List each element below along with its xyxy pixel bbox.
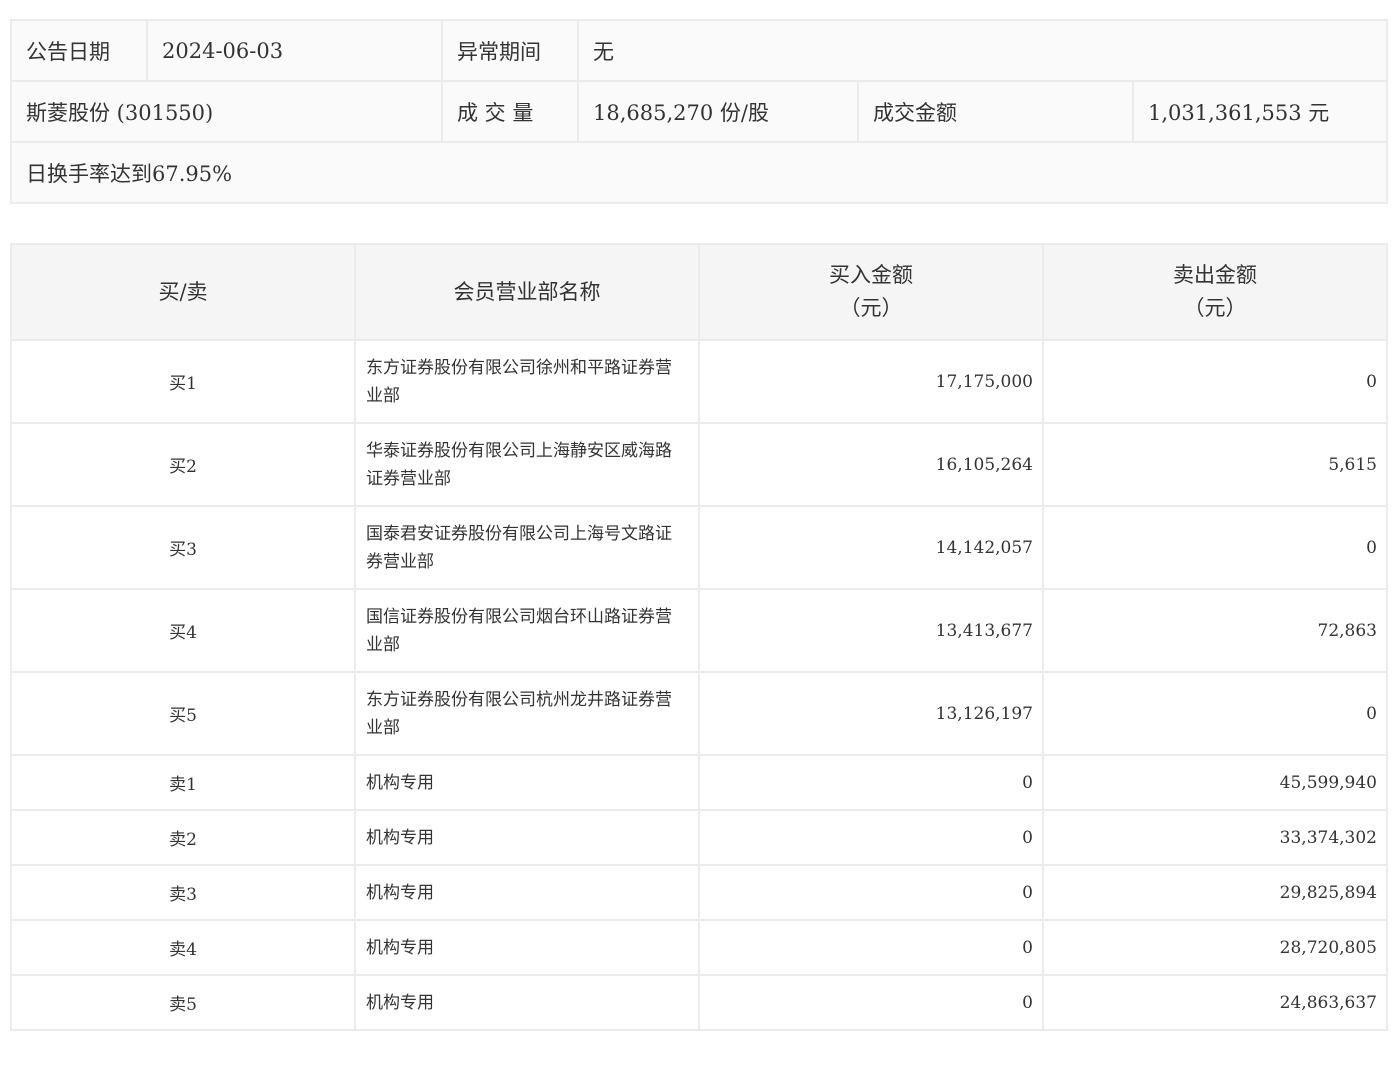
header-sell-amount: 卖出金额 （元） — [1042, 243, 1388, 341]
stock-name: 斯菱股份 (301550) — [10, 80, 443, 143]
cell-branch-name: 东方证券股份有限公司徐州和平路证券营业部 — [354, 339, 700, 424]
table-row: 卖4 机构专用 0 28,720,805 — [10, 919, 1388, 976]
cell-sell-amount: 0 — [1042, 505, 1388, 590]
cell-branch-name: 机构专用 — [354, 974, 700, 1031]
cell-branch-name: 华泰证券股份有限公司上海静安区威海路证券营业部 — [354, 422, 700, 507]
cell-side: 买4 — [10, 588, 356, 673]
header-buy-amount-unit: （元） — [839, 296, 903, 320]
cell-buy-amount: 17,175,000 — [698, 339, 1044, 424]
header-side: 买/卖 — [10, 243, 356, 341]
cell-side: 卖3 — [10, 864, 356, 921]
volume-label: 成 交 量 — [441, 80, 579, 143]
trading-seats-table: 买/卖 会员营业部名称 买入金额 （元） 卖出金额 （元） 买1 东方证券股份有限公司… — [10, 243, 1388, 1031]
info-row-reason: 日换手率达到67.95% — [10, 141, 1388, 204]
table-row: 卖1 机构专用 0 45,599,940 — [10, 754, 1388, 811]
header-branch-name: 会员营业部名称 — [354, 243, 700, 341]
volume-value: 18,685,270 份/股 — [577, 80, 859, 143]
cell-sell-amount: 28,720,805 — [1042, 919, 1388, 976]
cell-buy-amount: 14,142,057 — [698, 505, 1044, 590]
header-buy-amount: 买入金额 （元） — [698, 243, 1044, 341]
cell-branch-name: 机构专用 — [354, 754, 700, 811]
cell-side: 卖4 — [10, 919, 356, 976]
cell-sell-amount: 72,863 — [1042, 588, 1388, 673]
cell-buy-amount: 0 — [698, 809, 1044, 866]
cell-buy-amount: 13,126,197 — [698, 671, 1044, 756]
cell-side: 卖2 — [10, 809, 356, 866]
header-sell-amount-label: 卖出金额 — [1173, 263, 1257, 287]
reason-text: 日换手率达到67.95% — [10, 141, 1388, 204]
cell-branch-name: 机构专用 — [354, 864, 700, 921]
cell-side: 买2 — [10, 422, 356, 507]
cell-branch-name: 机构专用 — [354, 919, 700, 976]
table-row: 卖2 机构专用 0 33,374,302 — [10, 809, 1388, 866]
cell-side: 卖1 — [10, 754, 356, 811]
cell-buy-amount: 16,105,264 — [698, 422, 1044, 507]
cell-buy-amount: 0 — [698, 864, 1044, 921]
cell-buy-amount: 0 — [698, 919, 1044, 976]
cell-buy-amount: 0 — [698, 974, 1044, 1031]
header-sell-amount-unit: （元） — [1183, 296, 1247, 320]
amount-label: 成交金额 — [857, 80, 1134, 143]
table-row: 买1 东方证券股份有限公司徐州和平路证券营业部 17,175,000 0 — [10, 339, 1388, 424]
table-row: 买2 华泰证券股份有限公司上海静安区威海路证券营业部 16,105,264 5,615 — [10, 422, 1388, 507]
info-row-date: 公告日期 2024-06-03 异常期间 无 — [10, 19, 1388, 82]
cell-branch-name: 机构专用 — [354, 809, 700, 866]
cell-sell-amount: 29,825,894 — [1042, 864, 1388, 921]
table-row: 买4 国信证券股份有限公司烟台环山路证券营业部 13,413,677 72,863 — [10, 588, 1388, 673]
amount-value: 1,031,361,553 元 — [1132, 80, 1388, 143]
cell-branch-name: 东方证券股份有限公司杭州龙井路证券营业部 — [354, 671, 700, 756]
table-row: 买5 东方证券股份有限公司杭州龙井路证券营业部 13,126,197 0 — [10, 671, 1388, 756]
cell-buy-amount: 0 — [698, 754, 1044, 811]
cell-branch-name: 国泰君安证券股份有限公司上海号文路证券营业部 — [354, 505, 700, 590]
table-row: 卖3 机构专用 0 29,825,894 — [10, 864, 1388, 921]
header-buy-amount-label: 买入金额 — [829, 263, 913, 287]
cell-side: 买1 — [10, 339, 356, 424]
announcement-info-table: 公告日期 2024-06-03 异常期间 无 斯菱股份 (301550) 成 交… — [10, 19, 1388, 204]
cell-sell-amount: 0 — [1042, 671, 1388, 756]
cell-sell-amount: 45,599,940 — [1042, 754, 1388, 811]
table-row: 买3 国泰君安证券股份有限公司上海号文路证券营业部 14,142,057 0 — [10, 505, 1388, 590]
table-row: 卖5 机构专用 0 24,863,637 — [10, 974, 1388, 1031]
cell-branch-name: 国信证券股份有限公司烟台环山路证券营业部 — [354, 588, 700, 673]
cell-side: 买5 — [10, 671, 356, 756]
cell-sell-amount: 24,863,637 — [1042, 974, 1388, 1031]
cell-sell-amount: 0 — [1042, 339, 1388, 424]
cell-sell-amount: 33,374,302 — [1042, 809, 1388, 866]
info-row-volume: 斯菱股份 (301550) 成 交 量 18,685,270 份/股 成交金额 … — [10, 80, 1388, 143]
cell-sell-amount: 5,615 — [1042, 422, 1388, 507]
cell-side: 买3 — [10, 505, 356, 590]
abnormal-period-value: 无 — [577, 19, 1388, 82]
date-label: 公告日期 — [10, 19, 148, 82]
cell-side: 卖5 — [10, 974, 356, 1031]
cell-buy-amount: 13,413,677 — [698, 588, 1044, 673]
table-header-row: 买/卖 会员营业部名称 买入金额 （元） 卖出金额 （元） — [10, 243, 1388, 341]
date-value: 2024-06-03 — [146, 19, 443, 82]
abnormal-period-label: 异常期间 — [441, 19, 579, 82]
